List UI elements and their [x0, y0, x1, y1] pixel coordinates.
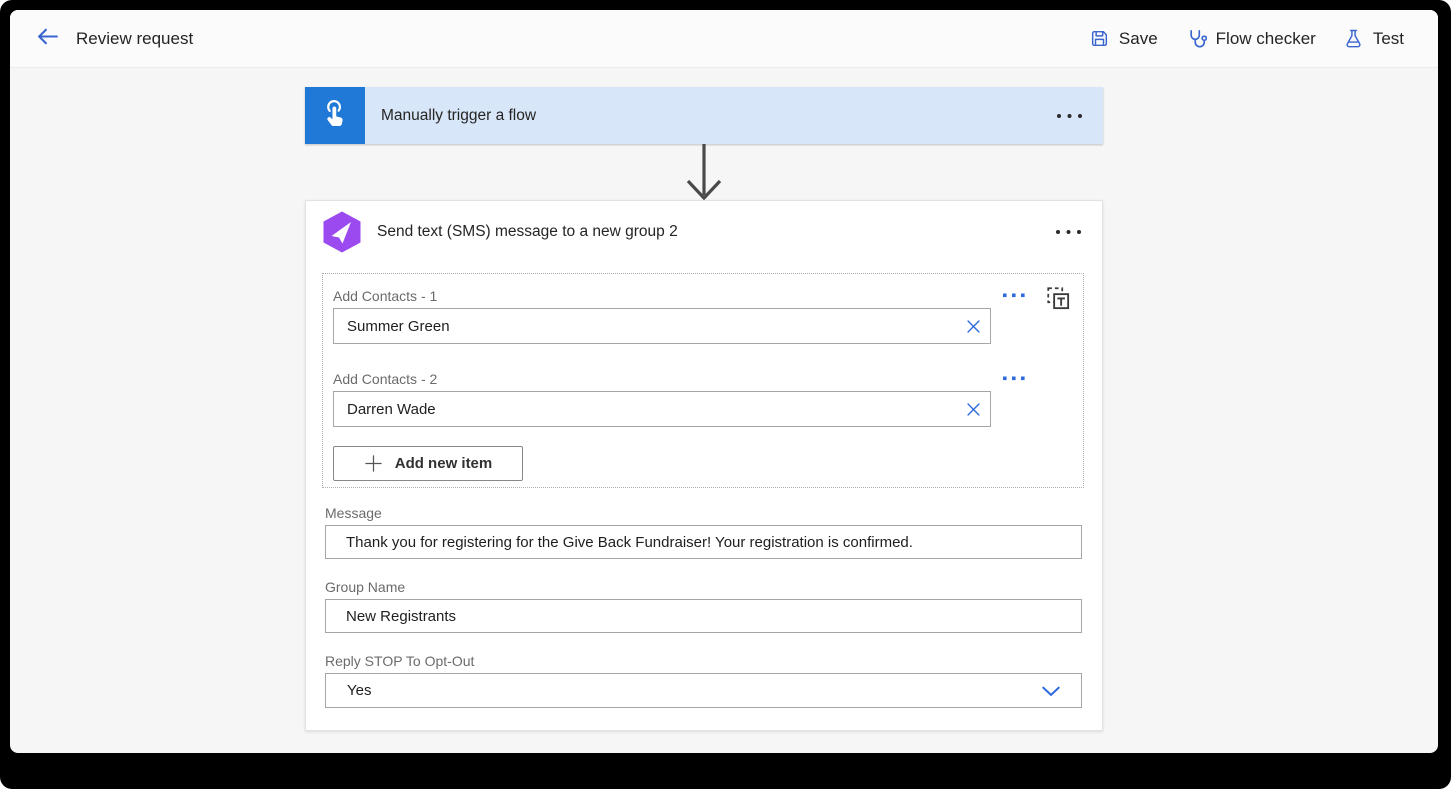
test-flask-icon	[1343, 28, 1364, 49]
contact-1-input[interactable]	[333, 308, 991, 344]
group-name-input[interactable]	[325, 599, 1082, 633]
flow-editor-window: Review request Save	[10, 10, 1438, 753]
close-x-icon	[965, 318, 982, 335]
contact-1-clear-button[interactable]	[961, 314, 985, 338]
chevron-down-icon	[1041, 685, 1061, 697]
touch-tap-icon	[318, 99, 352, 133]
back-arrow-icon	[35, 24, 60, 54]
test-button[interactable]: Test	[1343, 28, 1404, 49]
action-card-header[interactable]: Send text (SMS) message to a new group 2	[306, 201, 1102, 263]
ellipsis-icon	[1055, 229, 1082, 235]
group-name-label: Group Name	[325, 579, 405, 595]
test-label: Test	[1373, 29, 1404, 49]
trigger-card-manually-trigger-flow[interactable]: Manually trigger a flow	[305, 87, 1103, 144]
save-label: Save	[1119, 29, 1158, 49]
plus-icon	[364, 454, 383, 473]
flow-checker-icon	[1185, 28, 1207, 50]
blue-ellipsis-icon	[1003, 293, 1025, 298]
action-card-send-sms: Send text (SMS) message to a new group 2…	[305, 200, 1103, 731]
add-new-item-button[interactable]: Add new item	[333, 446, 523, 481]
reply-stop-label: Reply STOP To Opt-Out	[325, 653, 474, 669]
trigger-title: Manually trigger a flow	[381, 107, 536, 125]
message-label: Message	[325, 505, 382, 521]
contact-1-menu-button[interactable]	[1003, 293, 1025, 298]
switch-to-input-array-button[interactable]	[1045, 285, 1073, 313]
contact-2-label: Add Contacts - 2	[333, 371, 437, 387]
contact-2-clear-button[interactable]	[961, 397, 985, 421]
contacts-array-container: Add Contacts - 1	[322, 273, 1084, 488]
ellipsis-icon	[1056, 113, 1083, 119]
topbar-actions: Save Flow checker	[1089, 28, 1438, 50]
page-title: Review request	[76, 29, 193, 49]
blue-ellipsis-icon	[1003, 376, 1025, 381]
action-more-options-button[interactable]	[1053, 225, 1084, 239]
flow-checker-button[interactable]: Flow checker	[1185, 28, 1316, 50]
reply-stop-value: Yes	[347, 682, 1041, 699]
back-button[interactable]	[32, 24, 62, 54]
connector-arrow	[684, 144, 724, 206]
sms-connector-icon	[322, 210, 362, 254]
reply-stop-dropdown[interactable]: Yes	[325, 673, 1082, 708]
contact-2-input[interactable]	[333, 391, 991, 427]
save-button[interactable]: Save	[1089, 28, 1158, 49]
screenshot-frame: Review request Save	[0, 0, 1451, 789]
close-x-icon	[965, 401, 982, 418]
save-icon	[1089, 28, 1110, 49]
trigger-more-options-button[interactable]	[1054, 109, 1085, 123]
add-new-item-label: Add new item	[395, 455, 493, 472]
action-title: Send text (SMS) message to a new group 2	[377, 223, 678, 241]
flow-checker-label: Flow checker	[1216, 29, 1316, 49]
contact-2-menu-button[interactable]	[1003, 376, 1025, 381]
contact-1-label: Add Contacts - 1	[333, 288, 437, 304]
flow-canvas: Manually trigger a flow	[10, 68, 1438, 753]
top-command-bar: Review request Save	[10, 10, 1438, 68]
manual-trigger-icon-box	[305, 87, 365, 144]
message-input[interactable]	[325, 525, 1082, 559]
array-text-mode-icon	[1045, 285, 1073, 313]
